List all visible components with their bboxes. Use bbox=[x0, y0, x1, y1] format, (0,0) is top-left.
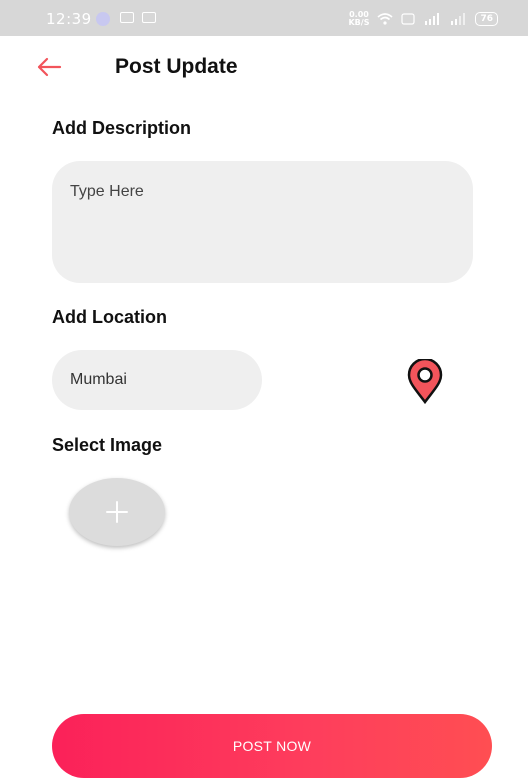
wifi-icon bbox=[377, 13, 393, 25]
signal-icon bbox=[425, 13, 440, 25]
signal-icon-2 bbox=[451, 13, 466, 25]
volte-icon bbox=[401, 13, 416, 25]
description-input[interactable] bbox=[52, 161, 473, 283]
status-bar: 12:39 0.00 KB/S 76 bbox=[0, 0, 528, 36]
plus-icon bbox=[106, 501, 128, 523]
network-speed: 0.00 KB/S bbox=[348, 10, 370, 27]
image-label: Select Image bbox=[52, 435, 163, 455]
post-now-button[interactable]: POST NOW bbox=[52, 714, 492, 778]
add-image-button[interactable] bbox=[69, 478, 165, 546]
location-pin-icon[interactable] bbox=[406, 359, 444, 405]
page-title: Post Update bbox=[115, 55, 238, 78]
message-icon bbox=[142, 12, 156, 23]
status-indicators: 0.00 KB/S 76 bbox=[348, 11, 498, 27]
battery-icon: 76 bbox=[475, 12, 498, 26]
app-header: Post Update bbox=[0, 50, 528, 86]
status-time: 12:39 bbox=[46, 10, 92, 28]
back-arrow-icon[interactable] bbox=[36, 56, 62, 78]
location-label: Add Location bbox=[52, 307, 167, 327]
keyboard-icon bbox=[120, 12, 134, 23]
location-input[interactable] bbox=[52, 350, 262, 410]
notification-dot-icon bbox=[96, 12, 110, 26]
description-label: Add Description bbox=[52, 118, 192, 138]
